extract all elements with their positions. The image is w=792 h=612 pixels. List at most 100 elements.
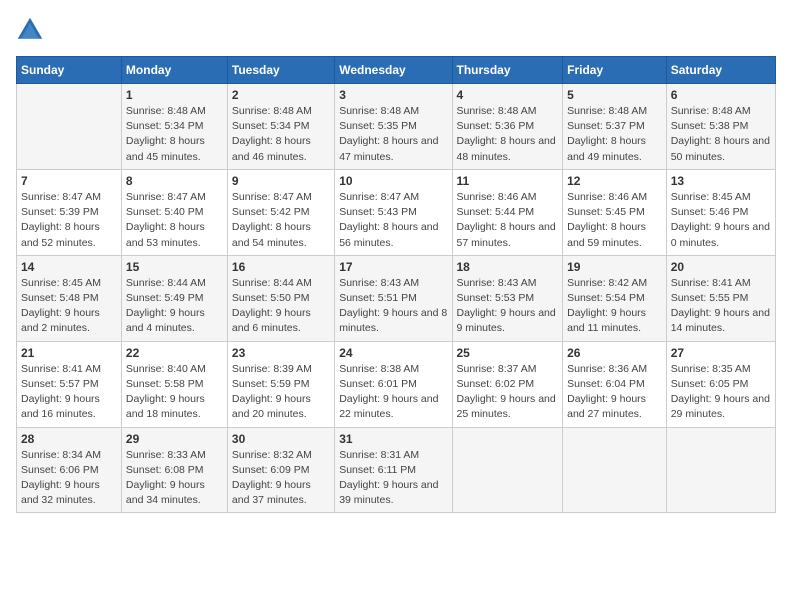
day-info: Sunrise: 8:48 AMSunset: 5:34 PMDaylight:… bbox=[126, 104, 223, 165]
calendar-cell: 18 Sunrise: 8:43 AMSunset: 5:53 PMDaylig… bbox=[452, 255, 563, 341]
day-number: 25 bbox=[457, 346, 559, 360]
day-info: Sunrise: 8:47 AMSunset: 5:40 PMDaylight:… bbox=[126, 190, 223, 251]
day-number: 16 bbox=[232, 260, 330, 274]
day-number: 7 bbox=[21, 174, 117, 188]
day-number: 30 bbox=[232, 432, 330, 446]
day-number: 8 bbox=[126, 174, 223, 188]
day-number: 9 bbox=[232, 174, 330, 188]
day-info: Sunrise: 8:34 AMSunset: 6:06 PMDaylight:… bbox=[21, 448, 117, 509]
day-info: Sunrise: 8:38 AMSunset: 6:01 PMDaylight:… bbox=[339, 362, 447, 423]
day-number: 15 bbox=[126, 260, 223, 274]
day-number: 4 bbox=[457, 88, 559, 102]
calendar-cell: 6 Sunrise: 8:48 AMSunset: 5:38 PMDayligh… bbox=[666, 84, 775, 170]
day-number: 6 bbox=[671, 88, 771, 102]
col-header-wednesday: Wednesday bbox=[335, 57, 452, 84]
calendar-cell: 5 Sunrise: 8:48 AMSunset: 5:37 PMDayligh… bbox=[563, 84, 667, 170]
calendar-cell: 29 Sunrise: 8:33 AMSunset: 6:08 PMDaylig… bbox=[121, 427, 227, 513]
day-number: 1 bbox=[126, 88, 223, 102]
calendar-cell bbox=[452, 427, 563, 513]
day-number: 18 bbox=[457, 260, 559, 274]
day-info: Sunrise: 8:32 AMSunset: 6:09 PMDaylight:… bbox=[232, 448, 330, 509]
calendar-cell: 13 Sunrise: 8:45 AMSunset: 5:46 PMDaylig… bbox=[666, 169, 775, 255]
calendar-cell bbox=[17, 84, 122, 170]
calendar-cell: 31 Sunrise: 8:31 AMSunset: 6:11 PMDaylig… bbox=[335, 427, 452, 513]
day-number: 13 bbox=[671, 174, 771, 188]
calendar-cell: 26 Sunrise: 8:36 AMSunset: 6:04 PMDaylig… bbox=[563, 341, 667, 427]
day-info: Sunrise: 8:45 AMSunset: 5:46 PMDaylight:… bbox=[671, 190, 771, 251]
day-info: Sunrise: 8:47 AMSunset: 5:42 PMDaylight:… bbox=[232, 190, 330, 251]
day-info: Sunrise: 8:48 AMSunset: 5:36 PMDaylight:… bbox=[457, 104, 559, 165]
day-number: 14 bbox=[21, 260, 117, 274]
day-number: 28 bbox=[21, 432, 117, 446]
day-number: 20 bbox=[671, 260, 771, 274]
day-number: 2 bbox=[232, 88, 330, 102]
calendar-cell: 16 Sunrise: 8:44 AMSunset: 5:50 PMDaylig… bbox=[227, 255, 334, 341]
calendar-cell: 9 Sunrise: 8:47 AMSunset: 5:42 PMDayligh… bbox=[227, 169, 334, 255]
calendar-cell: 25 Sunrise: 8:37 AMSunset: 6:02 PMDaylig… bbox=[452, 341, 563, 427]
calendar-cell: 3 Sunrise: 8:48 AMSunset: 5:35 PMDayligh… bbox=[335, 84, 452, 170]
col-header-monday: Monday bbox=[121, 57, 227, 84]
week-row-4: 21 Sunrise: 8:41 AMSunset: 5:57 PMDaylig… bbox=[17, 341, 776, 427]
day-info: Sunrise: 8:48 AMSunset: 5:38 PMDaylight:… bbox=[671, 104, 771, 165]
calendar-cell: 11 Sunrise: 8:46 AMSunset: 5:44 PMDaylig… bbox=[452, 169, 563, 255]
calendar-cell: 22 Sunrise: 8:40 AMSunset: 5:58 PMDaylig… bbox=[121, 341, 227, 427]
day-info: Sunrise: 8:43 AMSunset: 5:53 PMDaylight:… bbox=[457, 276, 559, 337]
day-info: Sunrise: 8:45 AMSunset: 5:48 PMDaylight:… bbox=[21, 276, 117, 337]
day-info: Sunrise: 8:47 AMSunset: 5:39 PMDaylight:… bbox=[21, 190, 117, 251]
day-info: Sunrise: 8:42 AMSunset: 5:54 PMDaylight:… bbox=[567, 276, 662, 337]
day-info: Sunrise: 8:48 AMSunset: 5:35 PMDaylight:… bbox=[339, 104, 447, 165]
day-info: Sunrise: 8:37 AMSunset: 6:02 PMDaylight:… bbox=[457, 362, 559, 423]
calendar-cell: 28 Sunrise: 8:34 AMSunset: 6:06 PMDaylig… bbox=[17, 427, 122, 513]
day-info: Sunrise: 8:47 AMSunset: 5:43 PMDaylight:… bbox=[339, 190, 447, 251]
day-info: Sunrise: 8:35 AMSunset: 6:05 PMDaylight:… bbox=[671, 362, 771, 423]
calendar-cell: 4 Sunrise: 8:48 AMSunset: 5:36 PMDayligh… bbox=[452, 84, 563, 170]
calendar-cell bbox=[666, 427, 775, 513]
header-row: SundayMondayTuesdayWednesdayThursdayFrid… bbox=[17, 57, 776, 84]
calendar-cell: 1 Sunrise: 8:48 AMSunset: 5:34 PMDayligh… bbox=[121, 84, 227, 170]
calendar-cell bbox=[563, 427, 667, 513]
day-info: Sunrise: 8:44 AMSunset: 5:49 PMDaylight:… bbox=[126, 276, 223, 337]
day-info: Sunrise: 8:36 AMSunset: 6:04 PMDaylight:… bbox=[567, 362, 662, 423]
calendar-table: SundayMondayTuesdayWednesdayThursdayFrid… bbox=[16, 56, 776, 513]
day-number: 19 bbox=[567, 260, 662, 274]
calendar-cell: 19 Sunrise: 8:42 AMSunset: 5:54 PMDaylig… bbox=[563, 255, 667, 341]
day-number: 17 bbox=[339, 260, 447, 274]
day-number: 27 bbox=[671, 346, 771, 360]
day-number: 5 bbox=[567, 88, 662, 102]
week-row-1: 1 Sunrise: 8:48 AMSunset: 5:34 PMDayligh… bbox=[17, 84, 776, 170]
col-header-friday: Friday bbox=[563, 57, 667, 84]
week-row-5: 28 Sunrise: 8:34 AMSunset: 6:06 PMDaylig… bbox=[17, 427, 776, 513]
day-info: Sunrise: 8:31 AMSunset: 6:11 PMDaylight:… bbox=[339, 448, 447, 509]
calendar-cell: 30 Sunrise: 8:32 AMSunset: 6:09 PMDaylig… bbox=[227, 427, 334, 513]
day-info: Sunrise: 8:41 AMSunset: 5:55 PMDaylight:… bbox=[671, 276, 771, 337]
calendar-cell: 8 Sunrise: 8:47 AMSunset: 5:40 PMDayligh… bbox=[121, 169, 227, 255]
day-number: 21 bbox=[21, 346, 117, 360]
calendar-cell: 2 Sunrise: 8:48 AMSunset: 5:34 PMDayligh… bbox=[227, 84, 334, 170]
calendar-cell: 24 Sunrise: 8:38 AMSunset: 6:01 PMDaylig… bbox=[335, 341, 452, 427]
day-number: 3 bbox=[339, 88, 447, 102]
calendar-cell: 14 Sunrise: 8:45 AMSunset: 5:48 PMDaylig… bbox=[17, 255, 122, 341]
logo bbox=[16, 16, 48, 44]
day-info: Sunrise: 8:48 AMSunset: 5:37 PMDaylight:… bbox=[567, 104, 662, 165]
week-row-3: 14 Sunrise: 8:45 AMSunset: 5:48 PMDaylig… bbox=[17, 255, 776, 341]
day-number: 12 bbox=[567, 174, 662, 188]
calendar-cell: 12 Sunrise: 8:46 AMSunset: 5:45 PMDaylig… bbox=[563, 169, 667, 255]
day-number: 26 bbox=[567, 346, 662, 360]
calendar-cell: 17 Sunrise: 8:43 AMSunset: 5:51 PMDaylig… bbox=[335, 255, 452, 341]
day-number: 31 bbox=[339, 432, 447, 446]
day-number: 11 bbox=[457, 174, 559, 188]
calendar-cell: 23 Sunrise: 8:39 AMSunset: 5:59 PMDaylig… bbox=[227, 341, 334, 427]
day-number: 29 bbox=[126, 432, 223, 446]
day-number: 22 bbox=[126, 346, 223, 360]
col-header-sunday: Sunday bbox=[17, 57, 122, 84]
calendar-cell: 15 Sunrise: 8:44 AMSunset: 5:49 PMDaylig… bbox=[121, 255, 227, 341]
day-info: Sunrise: 8:41 AMSunset: 5:57 PMDaylight:… bbox=[21, 362, 117, 423]
day-number: 10 bbox=[339, 174, 447, 188]
calendar-cell: 7 Sunrise: 8:47 AMSunset: 5:39 PMDayligh… bbox=[17, 169, 122, 255]
calendar-cell: 10 Sunrise: 8:47 AMSunset: 5:43 PMDaylig… bbox=[335, 169, 452, 255]
day-info: Sunrise: 8:48 AMSunset: 5:34 PMDaylight:… bbox=[232, 104, 330, 165]
logo-icon bbox=[16, 16, 44, 44]
day-info: Sunrise: 8:44 AMSunset: 5:50 PMDaylight:… bbox=[232, 276, 330, 337]
col-header-saturday: Saturday bbox=[666, 57, 775, 84]
day-number: 24 bbox=[339, 346, 447, 360]
